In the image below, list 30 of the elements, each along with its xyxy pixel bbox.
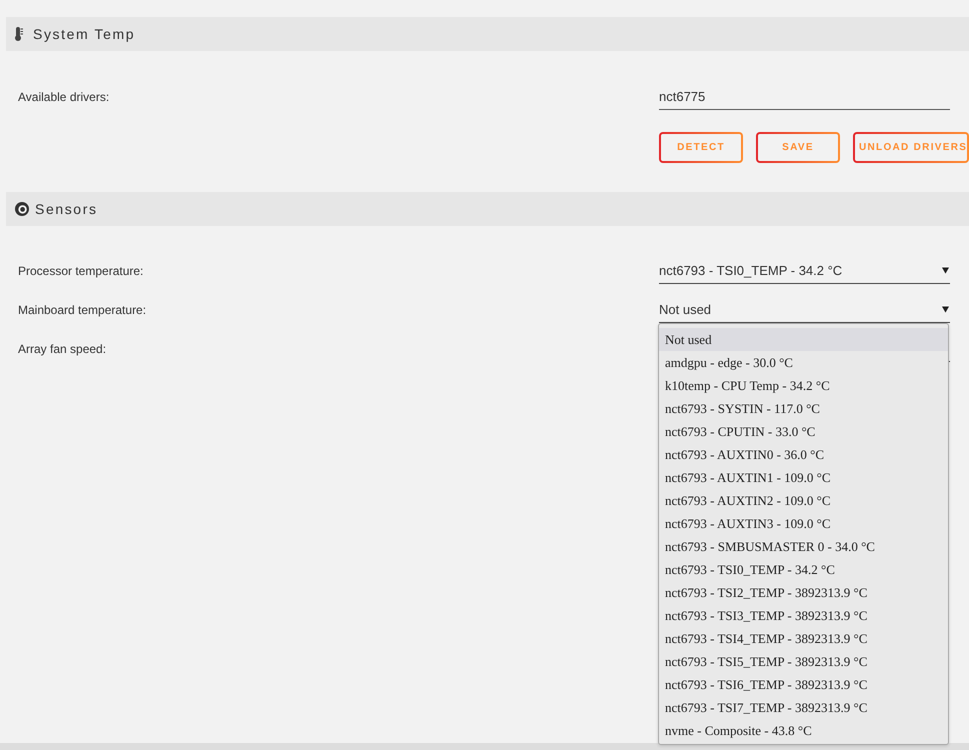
field-label: Array fan speed: [17,342,108,356]
section-title: System Temp [33,26,136,42]
caret-icon [942,306,949,313]
dropdown-option[interactable]: nct6793 - TSI5_TEMP - 3892313.9 °C [659,650,948,673]
dropdown-option[interactable]: nct6793 - AUXTIN3 - 109.0 °C [659,512,948,535]
caret-icon [942,267,949,274]
dropdown-option[interactable]: amdgpu - edge - 30.0 °C [659,351,948,374]
dropdown-option[interactable]: k10temp - CPU Temp - 34.2 °C [659,374,948,397]
dropdown-option[interactable]: nct6793 - SYSTIN - 117.0 °C [659,397,948,420]
section-title: Sensors [35,201,98,217]
dropdown-option[interactable]: nct6793 - AUXTIN0 - 36.0 °C [659,443,948,466]
dropdown-option[interactable]: nct6793 - TSI6_TEMP - 3892313.9 °C [659,673,948,696]
field-label: Mainboard temperature: [17,303,148,317]
dropdown-option[interactable]: nct6793 - TSI0_TEMP - 34.2 °C [659,558,948,581]
dropdown-option[interactable]: nct6793 - TSI7_TEMP - 3892313.9 °C [659,696,948,719]
dropdown-option[interactable]: nct6793 - TSI4_TEMP - 3892313.9 °C [659,627,948,650]
dropdown-option[interactable]: nct6793 - AUXTIN1 - 109.0 °C [659,466,948,489]
select-field[interactable]: nct6793 - TSI0_TEMP - 34.2 °C [659,258,950,284]
thermometer-icon [15,27,23,41]
dropdown-option[interactable]: nct6793 - TSI3_TEMP - 3892313.9 °C [659,604,948,627]
target-icon [15,202,29,216]
dropdown-option[interactable]: nvme - Composite - 43.8 °C [659,719,948,742]
dropdown-option[interactable]: Not used [659,328,948,351]
dropdown-option[interactable]: nct6793 - AUXTIN2 - 109.0 °C [659,489,948,512]
field-label: Available drivers: [17,90,110,104]
dropdown-option[interactable]: nct6793 - SMBUSMASTER 0 - 34.0 °C [659,535,948,558]
dropdown-option[interactable]: nct6793 - TSI2_TEMP - 3892313.9 °C [659,581,948,604]
text-field[interactable]: nct6775 [659,84,950,110]
dropdown-option[interactable]: nct6793 - CPUTIN - 33.0 °C [659,420,948,443]
field-label: Processor temperature: [17,264,144,278]
